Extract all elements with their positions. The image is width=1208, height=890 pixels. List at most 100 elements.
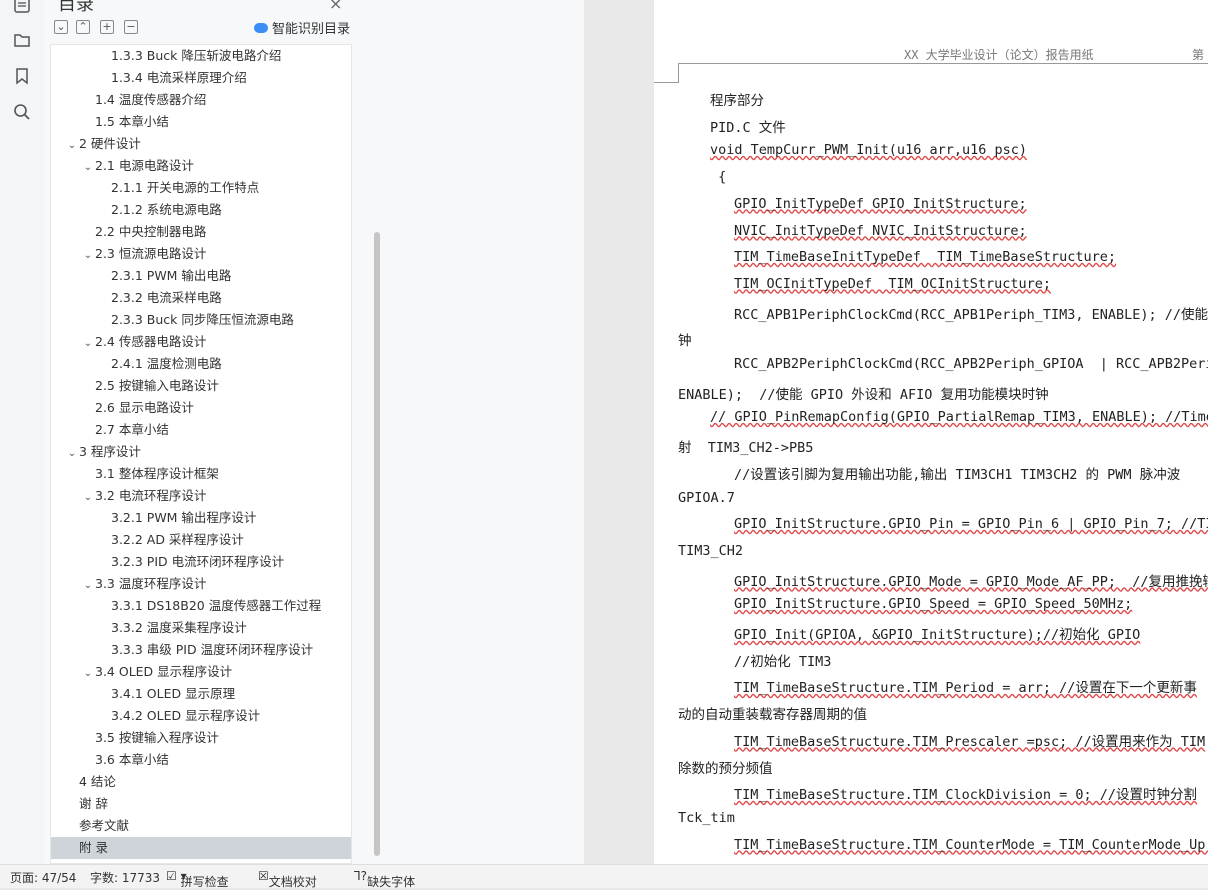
document-line[interactable]: void TempCurr_PWM_Init(u16 arr,u16 psc)	[710, 142, 1027, 158]
toc-item[interactable]: 2.3.2 电流采样电路	[51, 287, 351, 309]
toc-item-label: 4 结论	[79, 774, 116, 789]
document-line[interactable]: GPIO_InitStructure.GPIO_Pin = GPIO_Pin_6…	[734, 516, 1208, 532]
toc-item[interactable]: 1.3.4 电流采样原理介绍	[51, 67, 351, 89]
toc-item[interactable]: 2.2 中央控制器电路	[51, 221, 351, 243]
toc-item[interactable]: 2.5 按键输入电路设计	[51, 375, 351, 397]
collapse-all-icon[interactable]: ⌄	[54, 20, 68, 34]
document-line[interactable]: 动的自动重装载寄存器周期的值	[678, 703, 867, 723]
toc-item[interactable]: 1.3.3 Buck 降压斩波电路介绍	[51, 45, 351, 67]
chevron-down-icon[interactable]: ⌄	[81, 575, 95, 597]
toc-item[interactable]: 3.5 按键输入程序设计	[51, 727, 351, 749]
toc-item[interactable]: 附 录	[51, 837, 351, 859]
chevron-down-icon[interactable]: ⌄	[65, 135, 79, 157]
spell-check-button[interactable]: ☑ 拼写检查 ▾	[166, 869, 229, 889]
add-icon[interactable]: +	[100, 20, 114, 34]
toc-item[interactable]: ⌄ 3.2 电流环程序设计	[51, 485, 351, 507]
chevron-down-icon[interactable]: ⌄	[65, 443, 79, 465]
chevron-down-icon[interactable]: ⌄	[81, 487, 95, 509]
document-line[interactable]: 射 TIM3_CH2->PB5	[678, 436, 813, 456]
document-line[interactable]: TIM_TimeBaseStructure.TIM_Prescaler =psc…	[734, 730, 1205, 750]
close-icon[interactable]: ×	[329, 0, 342, 13]
chevron-down-icon[interactable]: ⌄	[81, 245, 95, 267]
toc-item[interactable]: 3.2.3 PID 电流环闭环程序设计	[51, 551, 351, 573]
toc-item[interactable]: 3.4.1 OLED 显示原理	[51, 683, 351, 705]
missing-font-button[interactable]: Ꞁ? 缺失字体	[354, 869, 415, 889]
document-line[interactable]: // GPIO_PinRemapConfig(GPIO_PartialRemap…	[710, 409, 1208, 425]
status-bar: 页面: 47/54 字数: 17733 ☑ 拼写检查 ▾ ☒ 文档校对 Ꞁ? 缺…	[0, 864, 1208, 889]
document-line[interactable]: GPIO_Init(GPIOA, &GPIO_InitStructure);//…	[734, 623, 1140, 643]
toc-item[interactable]: 1.5 本章小结	[51, 111, 351, 133]
toc-item[interactable]: 2.3.1 PWM 输出电路	[51, 265, 351, 287]
toc-item[interactable]: ⌄ 3.4 OLED 显示程序设计	[51, 661, 351, 683]
proofread-button[interactable]: ☒ 文档校对	[258, 869, 317, 889]
toc-item-label: 1.3.4 电流采样原理介绍	[111, 70, 247, 85]
toc-item[interactable]: ⌄ 2.4 传感器电路设计	[51, 331, 351, 353]
word-count[interactable]: 字数: 17733	[90, 869, 160, 886]
toc-item[interactable]: 3.3.1 DS18B20 温度传感器工作过程	[51, 595, 351, 617]
document-line[interactable]: NVIC_InitTypeDef NVIC_InitStructure;	[734, 223, 1027, 239]
document-line[interactable]: PID.C 文件	[710, 116, 786, 136]
document-line[interactable]: GPIOA.7	[678, 490, 735, 506]
toc-item[interactable]: 2.1.1 开关电源的工作特点	[51, 177, 351, 199]
document-line[interactable]: TIM_TimeBaseInitTypeDef TIM_TimeBaseStru…	[734, 249, 1116, 265]
document-line[interactable]: GPIO_InitTypeDef GPIO_InitStructure;	[734, 196, 1027, 212]
expand-up-icon[interactable]: ⌃	[76, 20, 90, 34]
document-line[interactable]: ENABLE); //使能 GPIO 外设和 AFIO 复用功能模块时钟	[678, 383, 1049, 403]
toc-item[interactable]: ⌄ 2.3 恒流源电路设计	[51, 243, 351, 265]
toc-panel: 目录 × ⌄ ⌃ + − 智能识别目录 1.3.3 Buck 降压斩波电路介绍 1…	[44, 0, 584, 864]
outline-icon[interactable]	[12, 0, 32, 16]
toc-item[interactable]: 参考文献	[51, 815, 351, 837]
document-line[interactable]: TIM_OCInitTypeDef TIM_OCInitStructure;	[734, 276, 1051, 292]
toc-item[interactable]: 1.4 温度传感器介绍	[51, 89, 351, 111]
toc-item[interactable]: 4 结论	[51, 771, 351, 793]
chevron-down-icon[interactable]: ⌄	[81, 157, 95, 179]
document-line[interactable]: 钟	[678, 329, 692, 349]
toc-item[interactable]: ⌄ 3.3 温度环程序设计	[51, 573, 351, 595]
search-icon[interactable]	[12, 102, 32, 122]
toc-item[interactable]: 2.3.3 Buck 同步降压恒流源电路	[51, 309, 351, 331]
document-line[interactable]: //初始化 TIM3	[734, 650, 831, 670]
toc-item[interactable]: 3.4.2 OLED 显示程序设计	[51, 705, 351, 727]
document-line[interactable]: GPIO_InitStructure.GPIO_Mode = GPIO_Mode…	[734, 570, 1208, 590]
document-line[interactable]: GPIO_InitStructure.GPIO_Speed = GPIO_Spe…	[734, 596, 1132, 612]
document-line[interactable]: //设置该引脚为复用输出功能,输出 TIM3CH1 TIM3CH2 的 PWM …	[734, 463, 1180, 483]
toc-item[interactable]: 3.1 整体程序设计框架	[51, 463, 351, 485]
toc-item-label: 2.1.1 开关电源的工作特点	[111, 180, 260, 195]
toc-item[interactable]: 2.6 显示电路设计	[51, 397, 351, 419]
toc-item[interactable]: 2.4.1 温度检测电路	[51, 353, 351, 375]
toc-item-label: 3.2.2 AD 采样程序设计	[111, 532, 244, 547]
toc-item[interactable]: 3.6 本章小结	[51, 749, 351, 771]
smart-toc-button[interactable]: 智能识别目录	[254, 18, 350, 37]
toc-item[interactable]: 3.3.3 串级 PID 温度环闭环程序设计	[51, 639, 351, 661]
bookmark-icon[interactable]	[12, 66, 32, 86]
document-line[interactable]: RCC_APB2PeriphClockCmd(RCC_APB2Periph_GP…	[734, 356, 1208, 372]
folder-icon[interactable]	[12, 30, 32, 50]
smart-toc-label: 智能识别目录	[272, 22, 351, 37]
document-line[interactable]: Tck_tim	[678, 810, 735, 826]
document-line[interactable]: {	[710, 169, 726, 185]
document-line[interactable]: 程序部分	[710, 89, 764, 109]
chevron-down-icon[interactable]: ⌄	[81, 663, 95, 685]
toc-item-label: 3.3.2 温度采集程序设计	[111, 620, 247, 635]
remove-icon[interactable]: −	[124, 20, 138, 34]
document-line[interactable]: TIM_TimeBaseStructure.TIM_Period = arr; …	[734, 676, 1197, 696]
document-line[interactable]: RCC_APB1PeriphClockCmd(RCC_APB1Periph_TI…	[734, 303, 1208, 323]
toc-item[interactable]: 3.2.1 PWM 输出程序设计	[51, 507, 351, 529]
document-line[interactable]: TIM_TimeBaseStructure.TIM_ClockDivision …	[734, 783, 1197, 803]
toc-item[interactable]: 谢 辞	[51, 793, 351, 815]
chevron-down-icon[interactable]: ⌄	[81, 333, 95, 355]
toc-item[interactable]: ⌄ 2.1 电源电路设计	[51, 155, 351, 177]
scrollbar[interactable]	[374, 232, 380, 856]
document-line[interactable]: TIM3_CH2	[678, 543, 743, 559]
toc-item[interactable]: 2.7 本章小结	[51, 419, 351, 441]
toc-item[interactable]: ⌄ 3 程序设计	[51, 441, 351, 463]
toc-item-label: 2.2 中央控制器电路	[95, 224, 207, 239]
document-line[interactable]: TIM_TimeBaseStructure.TIM_CounterMode = …	[734, 837, 1208, 853]
document-line[interactable]: 除数的预分频值	[678, 757, 773, 777]
toc-item[interactable]: 3.3.2 温度采集程序设计	[51, 617, 351, 639]
toc-item[interactable]: 3.2.2 AD 采样程序设计	[51, 529, 351, 551]
toc-item-label: 3 程序设计	[79, 444, 141, 459]
page-count[interactable]: 页面: 47/54	[10, 869, 76, 886]
toc-item[interactable]: 2.1.2 系统电源电路	[51, 199, 351, 221]
toc-item[interactable]: ⌄ 2 硬件设计	[51, 133, 351, 155]
